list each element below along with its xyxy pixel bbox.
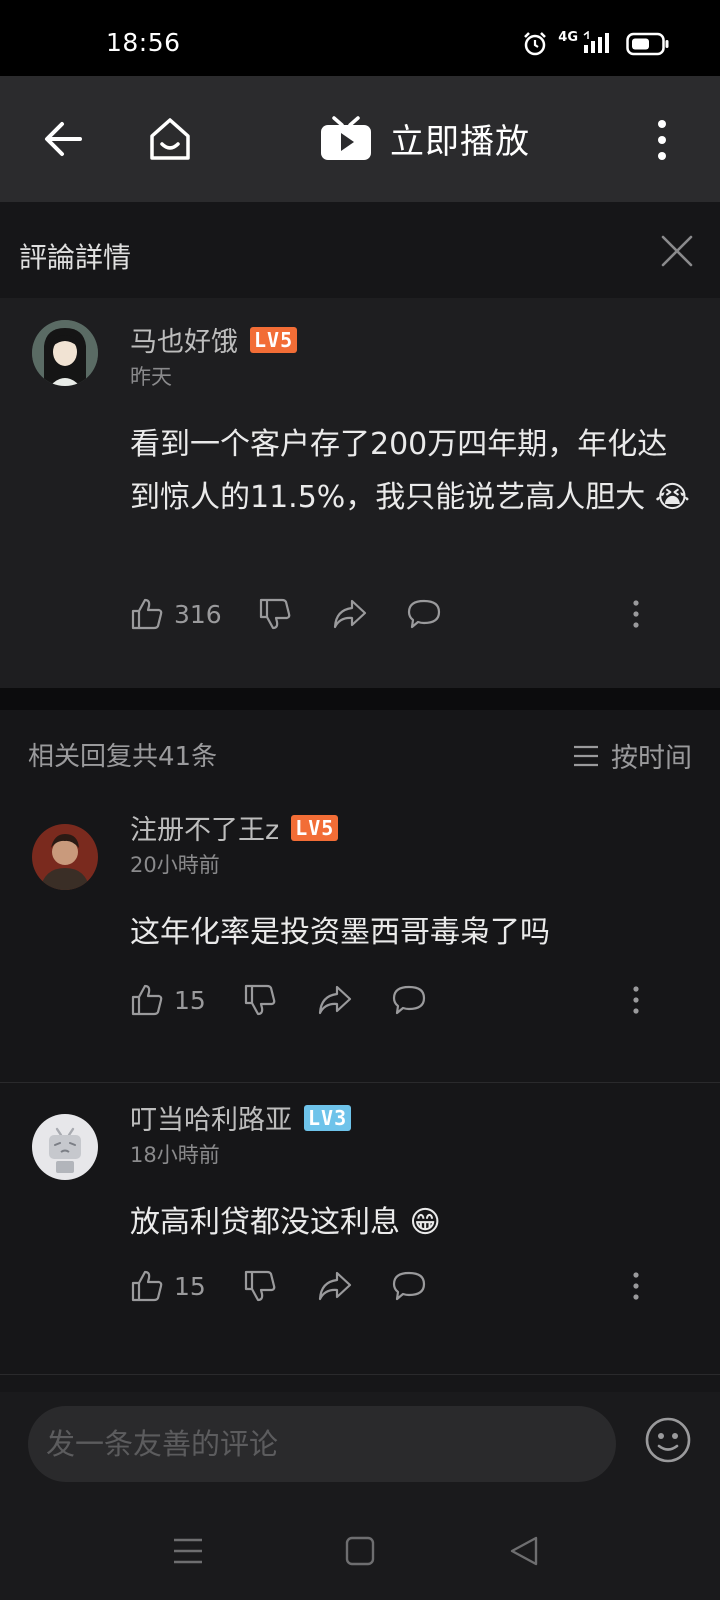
comment-time: 20小時前 [130,853,220,877]
comment-actions: 316 [130,594,670,634]
chat-bubble-icon [407,599,441,629]
comment-text-body: 放高利贷都没这利息 [130,1205,400,1240]
sort-label: 按时间 [611,743,692,774]
username[interactable]: 注册不了王z [130,808,279,847]
page-title: 評論詳情 [19,241,132,274]
dislike-button[interactable] [243,1266,277,1306]
avatar-image [32,1114,98,1180]
home-icon[interactable] [146,114,194,164]
reply-item: 注册不了王z LV5 20小時前 这年化率是投资墨西哥毒枭了吗 15 [0,802,720,1060]
chat-bubble-icon [392,985,426,1015]
comment-input-container [28,1406,616,1482]
comment-text-body: 这年化率是投资墨西哥毒枭了吗 [130,915,550,950]
thumbs-down-icon [259,598,291,630]
like-count: 316 [174,599,222,629]
like-button[interactable]: 15 [130,1266,206,1306]
nav-title: 立即播放 [390,121,530,162]
main-comment: 马也好饿 LV5 昨天 看到一个客户存了200万四年期，年化达到惊人的11.5%… [0,298,720,688]
comment-text-body: 看到一个客户存了200万四年期，年化达到惊人的11.5%，我只能说艺高人胆大 [130,427,668,515]
username[interactable]: 叮当哈利路亚 [130,1098,292,1137]
more-vertical-icon [633,600,639,628]
more-vertical-icon[interactable] [650,118,674,162]
home-square-icon[interactable] [342,1534,378,1568]
list-icon [574,745,598,766]
thumbs-up-icon [131,1270,163,1302]
like-button[interactable]: 316 [130,594,222,634]
status-bar: 18:56 4G [0,0,720,76]
username-row: 注册不了王z LV5 [130,808,339,847]
avatar[interactable] [32,320,98,386]
back-triangle-icon[interactable] [506,1534,542,1568]
menu-icon[interactable] [170,1534,206,1568]
comment-actions: 15 [130,1266,670,1306]
avatar-image [32,824,98,890]
level-badge: LV3 [304,1104,352,1131]
sort-button[interactable]: 按时间 [573,736,692,775]
divider [0,1082,720,1083]
level-badge: LV5 [291,814,339,841]
comment-time: 18小時前 [130,1143,220,1167]
chat-bubble-icon [392,1271,426,1301]
username-row: 叮当哈利路亚 LV3 [130,1098,352,1137]
share-button[interactable] [317,1266,353,1306]
play-now-button[interactable]: 立即播放 [320,112,530,164]
level-badge: LV5 [250,326,298,353]
comment-more-button[interactable] [626,980,646,1020]
share-icon [318,985,352,1015]
replies-count: 相关回复共41条 [28,742,218,772]
like-count: 15 [174,1271,206,1301]
comment-text: 看到一个客户存了200万四年期，年化达到惊人的11.5%，我只能说艺高人胆大 😭 [130,418,690,524]
like-button[interactable]: 15 [130,980,206,1020]
comment-more-button[interactable] [626,1266,646,1306]
reply-item: 叮当哈利路亚 LV3 18小時前 放高利贷都没这利息 😁 15 [0,1092,720,1372]
thumbs-down-icon [244,984,276,1016]
thumbs-up-icon [131,598,163,630]
thumbs-down-icon [244,1270,276,1302]
reply-button[interactable] [391,980,427,1020]
thumbs-up-icon [131,984,163,1016]
section-divider [0,688,720,710]
comment-input[interactable] [28,1406,616,1482]
system-nav-bar [0,1502,720,1600]
dislike-button[interactable] [243,980,277,1020]
back-arrow-icon[interactable] [40,116,86,162]
share-button[interactable] [332,594,368,634]
like-count: 15 [174,985,206,1015]
dislike-button[interactable] [258,594,292,634]
emoji-icon[interactable] [644,1416,692,1464]
more-vertical-icon [633,1272,639,1300]
alarm-icon [524,32,547,56]
comment-text: 放高利贷都没这利息 😁 [130,1196,690,1249]
username-row: 马也好饿 LV5 [130,320,298,359]
status-time: 18:56 [106,28,181,57]
avatar-image [32,320,98,386]
close-icon[interactable] [660,234,694,268]
network-type: 4G [558,29,578,45]
status-icons: 4G [522,30,670,58]
battery-icon [626,32,669,56]
tv-play-icon [321,116,371,160]
top-nav-bar: 立即播放 [0,76,720,202]
username[interactable]: 马也好饿 [130,320,238,359]
comment-actions: 15 [130,980,670,1020]
share-icon [318,1271,352,1301]
comment-detail-header: 評論詳情 [0,202,720,298]
grinning-emoji: 😁 [409,1205,441,1240]
avatar[interactable] [32,824,98,890]
replies-header: 相关回复共41条 按时间 [0,710,720,802]
share-button[interactable] [317,980,353,1020]
divider [0,1374,720,1375]
comment-input-bar [0,1392,720,1502]
signal-icon [583,31,609,53]
comment-time: 昨天 [130,365,172,389]
more-vertical-icon [633,986,639,1014]
comment-text: 这年化率是投资墨西哥毒枭了吗 [130,906,690,959]
share-icon [333,599,367,629]
reply-button[interactable] [391,1266,427,1306]
comment-more-button[interactable] [626,594,646,634]
crying-emoji: 😭 [654,480,690,515]
avatar[interactable] [32,1114,98,1180]
reply-button[interactable] [406,594,442,634]
